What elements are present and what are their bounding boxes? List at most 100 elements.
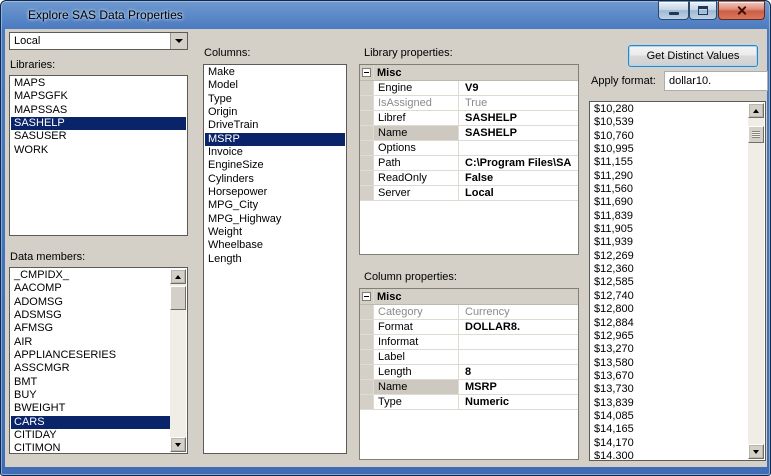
get-distinct-values-button[interactable]: Get Distinct Values xyxy=(628,45,758,67)
list-item[interactable]: Origin xyxy=(205,106,345,119)
property-group-header[interactable]: Misc xyxy=(360,65,578,81)
list-item[interactable]: EngineSize xyxy=(205,159,345,172)
list-item[interactable]: MSRP xyxy=(205,133,345,146)
property-name[interactable]: Type xyxy=(374,395,459,409)
list-item[interactable]: Make xyxy=(205,66,345,79)
property-row[interactable]: IsAssignedTrue xyxy=(360,96,578,111)
list-item[interactable]: $11,290 xyxy=(591,170,748,183)
list-item[interactable]: SASUSER xyxy=(11,130,186,143)
property-name[interactable]: IsAssigned xyxy=(374,96,459,110)
list-item[interactable]: $12,360 xyxy=(591,263,748,276)
scrollbar-thumb[interactable] xyxy=(170,286,186,310)
property-name[interactable]: Libref xyxy=(374,111,459,125)
list-item[interactable]: $11,560 xyxy=(591,183,748,196)
property-row[interactable]: Label xyxy=(360,350,578,365)
list-item[interactable]: MPG_City xyxy=(205,199,345,212)
property-row[interactable]: NameSASHELP xyxy=(360,126,578,141)
apply-format-input[interactable] xyxy=(664,71,768,91)
data-members-scrollbar[interactable] xyxy=(170,269,186,452)
property-name[interactable]: Name xyxy=(374,380,459,394)
list-item[interactable]: Wheelbase xyxy=(205,239,345,252)
property-value[interactable] xyxy=(459,335,578,349)
list-item[interactable]: BWEIGHT xyxy=(11,402,170,415)
property-value[interactable] xyxy=(459,350,578,364)
list-item[interactable]: $12,965 xyxy=(591,330,748,343)
list-item[interactable]: ADSMSG xyxy=(11,309,170,322)
list-item[interactable]: Type xyxy=(205,93,345,106)
library-properties-grid[interactable]: MiscEngineV9IsAssignedTrueLibrefSASHELPN… xyxy=(359,64,579,255)
list-item[interactable]: $12,740 xyxy=(591,290,748,303)
property-name[interactable]: Format xyxy=(374,320,459,334)
list-item[interactable]: BMT xyxy=(11,376,170,389)
property-row[interactable]: NameMSRP xyxy=(360,380,578,395)
list-item[interactable]: MAPSSAS xyxy=(11,104,186,117)
property-value[interactable] xyxy=(459,141,578,155)
property-row[interactable]: TypeNumeric xyxy=(360,395,578,410)
property-value[interactable]: V9 xyxy=(459,81,578,95)
scroll-down-icon[interactable] xyxy=(748,444,764,459)
libraries-list[interactable]: MAPSMAPSGFKMAPSSASSASHELPSASUSERWORK xyxy=(9,75,188,236)
property-value[interactable]: Numeric xyxy=(459,395,578,409)
dropdown-button[interactable] xyxy=(170,33,187,49)
list-item[interactable]: ASSCMGR xyxy=(11,362,170,375)
list-item[interactable]: $11,905 xyxy=(591,223,748,236)
list-item[interactable]: $11,939 xyxy=(591,236,748,249)
list-item[interactable]: $13,580 xyxy=(591,357,748,370)
property-value[interactable]: 8 xyxy=(459,365,578,379)
property-value[interactable]: Local xyxy=(459,186,578,200)
maximize-button[interactable] xyxy=(689,1,717,20)
list-item[interactable]: $11,690 xyxy=(591,196,748,209)
property-row[interactable]: PathC:\Program Files\SA xyxy=(360,156,578,171)
list-item[interactable]: MAPS xyxy=(11,77,186,90)
list-item[interactable]: _CMPIDX_ xyxy=(11,269,170,282)
connection-dropdown[interactable]: Local xyxy=(9,32,188,50)
list-item[interactable]: $12,884 xyxy=(591,317,748,330)
property-value[interactable]: SASHELP xyxy=(459,111,578,125)
list-item[interactable]: $13,730 xyxy=(591,383,748,396)
property-value[interactable]: False xyxy=(459,171,578,185)
collapse-icon[interactable] xyxy=(362,68,371,77)
list-item[interactable]: WORK xyxy=(11,144,186,157)
property-group-header[interactable]: Misc xyxy=(360,289,578,305)
list-item[interactable]: $12,800 xyxy=(591,303,748,316)
scroll-up-icon[interactable] xyxy=(748,103,764,118)
list-item[interactable]: $13,839 xyxy=(591,397,748,410)
list-item[interactable]: $11,155 xyxy=(591,156,748,169)
property-value[interactable]: C:\Program Files\SA xyxy=(459,156,578,170)
property-row[interactable]: EngineV9 xyxy=(360,81,578,96)
list-item[interactable]: $10,760 xyxy=(591,130,748,143)
property-row[interactable]: FormatDOLLAR8. xyxy=(360,320,578,335)
list-item[interactable]: MPG_Highway xyxy=(205,213,345,226)
property-name[interactable]: Path xyxy=(374,156,459,170)
list-item[interactable]: $14,170 xyxy=(591,437,748,450)
values-scrollbar[interactable] xyxy=(748,103,764,459)
column-properties-grid[interactable]: MiscCategoryCurrencyFormatDOLLAR8.Inform… xyxy=(359,288,579,460)
list-item[interactable]: SASHELP xyxy=(11,117,186,130)
property-name[interactable]: Informat xyxy=(374,335,459,349)
list-item[interactable]: $12,585 xyxy=(591,276,748,289)
property-value[interactable]: DOLLAR8. xyxy=(459,320,578,334)
list-item[interactable]: Model xyxy=(205,79,345,92)
list-item[interactable]: AFMSG xyxy=(11,322,170,335)
property-name[interactable]: ReadOnly xyxy=(374,171,459,185)
property-row[interactable]: CategoryCurrency xyxy=(360,305,578,320)
distinct-values-list[interactable]: $10,280$10,539$10,760$10,995$11,155$11,2… xyxy=(589,101,766,461)
property-value[interactable]: True xyxy=(459,96,578,110)
list-item[interactable]: $11,839 xyxy=(591,210,748,223)
property-row[interactable]: Length8 xyxy=(360,365,578,380)
close-button[interactable] xyxy=(718,1,765,20)
property-row[interactable]: ReadOnlyFalse xyxy=(360,171,578,186)
property-row[interactable]: Options xyxy=(360,141,578,156)
list-item[interactable]: $13,670 xyxy=(591,370,748,383)
list-item[interactable]: Weight xyxy=(205,226,345,239)
list-item[interactable]: $14,300 xyxy=(591,450,748,459)
list-item[interactable]: AACOMP xyxy=(11,282,170,295)
list-item[interactable]: DriveTrain xyxy=(205,119,345,132)
list-item[interactable]: $14,085 xyxy=(591,410,748,423)
list-item[interactable]: Invoice xyxy=(205,146,345,159)
collapse-icon[interactable] xyxy=(362,292,371,301)
property-name[interactable]: Category xyxy=(374,305,459,319)
list-item[interactable]: $13,270 xyxy=(591,343,748,356)
property-value[interactable]: MSRP xyxy=(459,380,578,394)
list-item[interactable]: $10,280 xyxy=(591,103,748,116)
